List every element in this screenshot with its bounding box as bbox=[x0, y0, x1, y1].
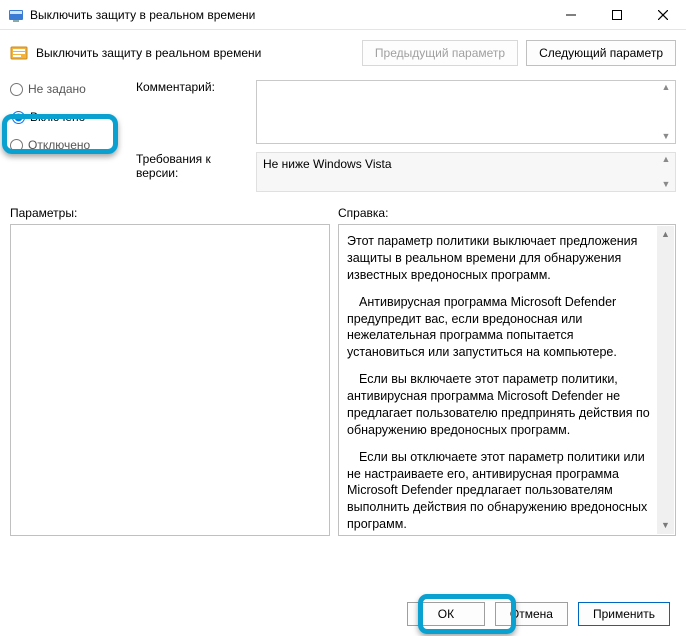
policy-title: Выключить защиту в реальном времени bbox=[36, 46, 354, 60]
radio-enabled-input[interactable] bbox=[12, 111, 25, 124]
version-value: Не ниже Windows Vista bbox=[263, 157, 392, 171]
help-scrollbar[interactable]: ▲ ▼ bbox=[657, 226, 674, 534]
state-section: Не задано Включено Отключено Комментарий… bbox=[0, 76, 686, 192]
radio-disabled-input[interactable] bbox=[10, 139, 23, 152]
panes: Этот параметр политики выключает предлож… bbox=[0, 224, 686, 536]
scroll-up-icon[interactable]: ▲ bbox=[659, 83, 673, 92]
window-title: Выключить защиту в реальном времени bbox=[30, 8, 548, 22]
policy-icon bbox=[10, 44, 28, 62]
comment-row: Комментарий: ▲ ▼ bbox=[136, 80, 676, 144]
apply-button[interactable]: Применить bbox=[578, 602, 670, 626]
scroll-down-icon[interactable]: ▼ bbox=[659, 132, 673, 141]
options-label: Параметры: bbox=[10, 206, 338, 220]
window-buttons bbox=[548, 0, 686, 29]
radio-not-configured[interactable]: Не задано bbox=[10, 82, 118, 96]
help-p2: Антивирусная программа Microsoft Defende… bbox=[347, 294, 653, 362]
comment-scroll[interactable]: ▲ ▼ bbox=[659, 83, 673, 141]
version-label: Требования к версии: bbox=[136, 152, 246, 180]
minimize-button[interactable] bbox=[548, 0, 594, 30]
version-row: Требования к версии: Не ниже Windows Vis… bbox=[136, 152, 676, 192]
ok-button[interactable]: ОК bbox=[407, 602, 485, 626]
app-icon bbox=[8, 7, 24, 23]
radio-disabled-label: Отключено bbox=[28, 138, 90, 152]
header: Выключить защиту в реальном времени Пред… bbox=[0, 30, 686, 76]
radio-enabled-label: Включено bbox=[30, 110, 85, 124]
version-scroll[interactable]: ▲ ▼ bbox=[659, 155, 673, 189]
radio-enabled[interactable]: Включено bbox=[10, 104, 118, 130]
scroll-up-icon[interactable]: ▲ bbox=[659, 155, 673, 164]
radio-disabled[interactable]: Отключено bbox=[10, 138, 118, 152]
help-p3: Если вы включаете этот параметр политики… bbox=[347, 371, 653, 439]
comment-textarea[interactable]: ▲ ▼ bbox=[256, 80, 676, 144]
radio-not-configured-input[interactable] bbox=[10, 83, 23, 96]
version-box: Не ниже Windows Vista ▲ ▼ bbox=[256, 152, 676, 192]
scroll-down-icon[interactable]: ▼ bbox=[659, 180, 673, 189]
options-pane[interactable] bbox=[10, 224, 330, 536]
state-radios: Не задано Включено Отключено bbox=[10, 80, 118, 152]
close-button[interactable] bbox=[640, 0, 686, 30]
help-p1: Этот параметр политики выключает предлож… bbox=[347, 233, 653, 284]
help-label: Справка: bbox=[338, 206, 676, 220]
help-p4: Если вы отключаете этот параметр политик… bbox=[347, 449, 653, 533]
maximize-button[interactable] bbox=[594, 0, 640, 30]
prev-setting-button[interactable]: Предыдущий параметр bbox=[362, 40, 518, 66]
next-setting-button[interactable]: Следующий параметр bbox=[526, 40, 676, 66]
help-pane[interactable]: Этот параметр политики выключает предлож… bbox=[338, 224, 676, 536]
cancel-button[interactable]: Отмена bbox=[495, 602, 568, 626]
footer: ОК Отмена Применить bbox=[0, 602, 686, 626]
meta-column: Комментарий: ▲ ▼ Требования к версии: Не… bbox=[136, 80, 676, 192]
scroll-up-icon[interactable]: ▲ bbox=[657, 226, 674, 243]
scroll-down-icon[interactable]: ▼ bbox=[657, 517, 674, 534]
titlebar: Выключить защиту в реальном времени bbox=[0, 0, 686, 30]
comment-label: Комментарий: bbox=[136, 80, 246, 94]
pane-labels: Параметры: Справка: bbox=[0, 192, 686, 224]
radio-not-configured-label: Не задано bbox=[28, 82, 86, 96]
